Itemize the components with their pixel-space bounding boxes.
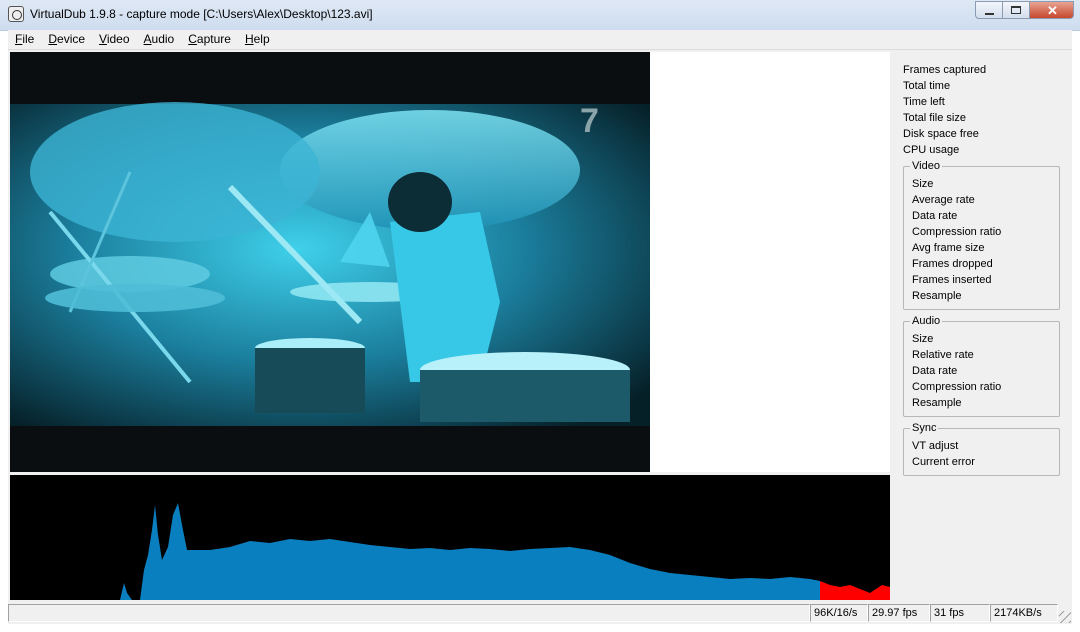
video-stats-group: Video Size Average rate Data rate Compressi… — [903, 159, 1060, 310]
capture-stats-panel: Frames captured Total time Time left Total … — [903, 62, 1063, 158]
resize-grip-icon[interactable] — [1059, 611, 1071, 623]
stat-total-time: Total time — [903, 80, 951, 92]
menu-help[interactable]: Help — [238, 30, 277, 49]
audio-group-title: Audio — [910, 314, 943, 328]
window-controls: ✕ — [975, 1, 1074, 20]
film-reel-icon[interactable] — [8, 6, 24, 22]
menu-audio[interactable]: Audio — [137, 30, 182, 49]
video-stat-avg-frame-size: Avg frame size — [912, 242, 985, 254]
stat-disk-space-free: Disk space free — [903, 128, 979, 140]
menu-bar: File Device Video Audio Capture Help — [8, 30, 1072, 50]
minimize-icon — [985, 13, 994, 15]
sync-group-title: Sync — [910, 421, 939, 435]
menu-device[interactable]: Device — [41, 30, 92, 49]
stat-cpu-usage: CPU usage — [903, 144, 960, 156]
audio-stats-group: Audio Size Relative rate Data rate Compress… — [903, 314, 1060, 417]
audio-stat-compression-ratio: Compression ratio — [912, 381, 1002, 393]
video-preview[interactable]: 7 — [10, 52, 650, 472]
video-stat-data-rate: Data rate — [912, 210, 958, 222]
sync-stats-group: Sync VT adjust Current error — [903, 421, 1060, 476]
close-button[interactable]: ✕ — [1029, 1, 1074, 19]
video-preview-image: 7 — [10, 52, 650, 472]
audio-stat-relative-rate: Relative rate — [912, 349, 974, 361]
status-target-fps: 29.97 fps — [868, 604, 930, 622]
window-title: VirtualDub 1.9.8 - capture mode [C:\User… — [30, 7, 373, 21]
status-data-rate: 2174KB/s — [990, 604, 1058, 622]
menu-file[interactable]: File — [8, 30, 41, 49]
maximize-button[interactable] — [1002, 1, 1029, 19]
menu-video[interactable]: Video — [92, 30, 136, 49]
video-group-title: Video — [910, 159, 942, 173]
sync-stat-vt-adjust: VT adjust — [912, 440, 959, 452]
stat-total-file-size: Total file size — [903, 112, 966, 124]
stat-frames-captured: Frames captured — [903, 64, 987, 76]
audio-histogram — [10, 475, 890, 600]
video-stat-size: Size — [912, 178, 934, 190]
close-icon: ✕ — [1047, 3, 1058, 18]
minimize-button[interactable] — [975, 1, 1002, 19]
menu-capture[interactable]: Capture — [181, 30, 238, 49]
stat-time-left: Time left — [903, 96, 945, 108]
audio-stat-size: Size — [912, 333, 934, 345]
svg-text:7: 7 — [580, 102, 599, 140]
audio-histogram-graph — [10, 503, 890, 600]
video-stat-average-rate: Average rate — [912, 194, 975, 206]
video-stat-compression-ratio: Compression ratio — [912, 226, 1002, 238]
video-stat-resample: Resample — [912, 290, 962, 302]
status-bar: 96K/16/s 29.97 fps 31 fps 2174KB/s — [8, 602, 1072, 624]
capture-client-area: 7 Frames captured Total time Time left Tota… — [8, 50, 1072, 624]
audio-stat-data-rate: Data rate — [912, 365, 958, 377]
sync-stat-current-error: Current error — [912, 456, 975, 468]
audio-stat-resample: Resample — [912, 397, 962, 409]
title-bar[interactable]: VirtualDub 1.9.8 - capture mode [C:\User… — [0, 0, 1080, 31]
status-main — [8, 604, 810, 622]
video-stat-frames-inserted: Frames inserted — [912, 274, 992, 286]
video-stat-frames-dropped: Frames dropped — [912, 258, 993, 270]
status-audio-format: 96K/16/s — [810, 604, 868, 622]
status-actual-fps: 31 fps — [930, 604, 990, 622]
preview-blank-area — [650, 52, 890, 472]
maximize-icon — [1011, 6, 1021, 14]
